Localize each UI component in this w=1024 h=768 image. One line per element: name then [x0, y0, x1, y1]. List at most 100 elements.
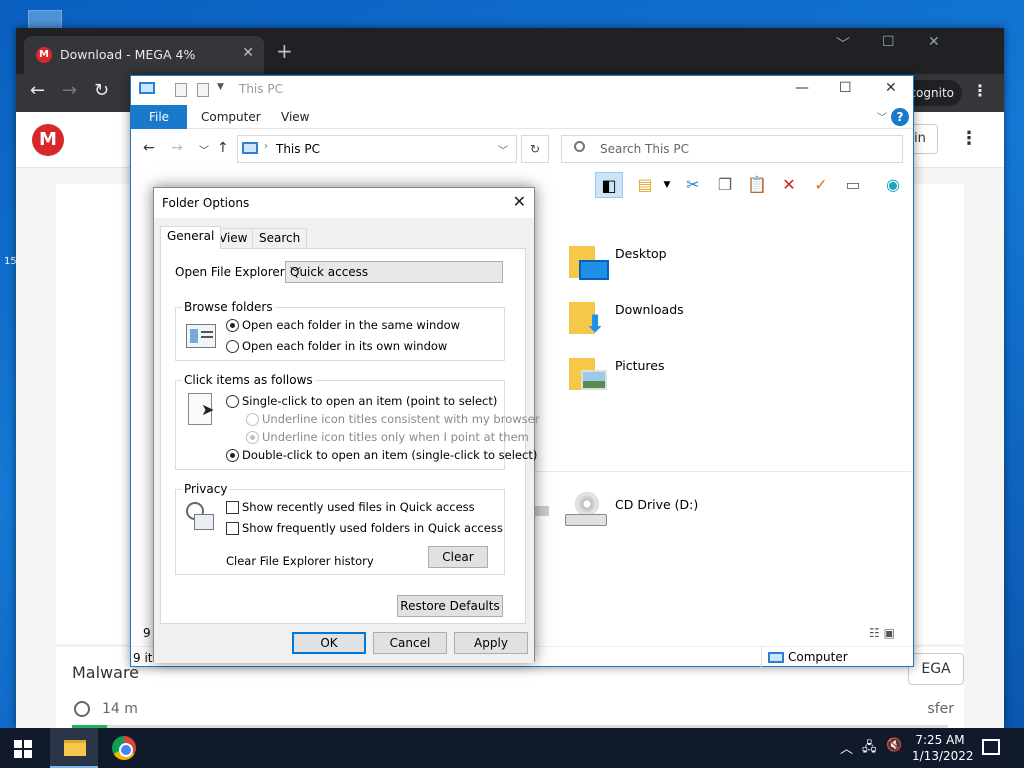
up-arrow-icon[interactable]: ↑	[217, 140, 229, 156]
ribbon-tab-view[interactable]: View	[281, 110, 309, 124]
browse-folders-icon	[186, 324, 216, 348]
search-box[interactable]	[561, 135, 903, 163]
chrome-close-icon[interactable]: ✕	[928, 34, 940, 50]
mega-favicon-icon: M	[36, 47, 52, 63]
qat-new-folder-icon[interactable]	[197, 83, 209, 97]
cd-drive-icon[interactable]	[565, 492, 609, 532]
notification-icon[interactable]	[982, 739, 1000, 755]
reload-icon[interactable]: ↻	[94, 80, 109, 101]
chrome-minimize-icon[interactable]: ﹀	[836, 34, 850, 54]
status-count-fragment: 9	[143, 626, 151, 640]
group-title: Browse folders	[182, 300, 275, 314]
browse-folders-group: Browse folders Open each folder in the s…	[175, 300, 505, 361]
open-to-select[interactable]: Quick access ﹀	[285, 261, 503, 283]
folder-label: Desktop	[615, 246, 667, 261]
ribbon-tab-file[interactable]: File	[131, 105, 187, 129]
section-divider	[531, 471, 911, 472]
preview-pane-icon[interactable]: ◧	[595, 172, 623, 198]
taskbar-explorer-button[interactable]	[50, 728, 98, 768]
this-pc-icon	[139, 82, 155, 94]
address-dropdown-icon[interactable]: ﹀	[498, 142, 508, 157]
network-icon[interactable]: 🖧	[862, 738, 877, 760]
click-items-icon: ➤	[188, 393, 214, 425]
group-title: Click items as follows	[182, 373, 315, 387]
forward-arrow-icon[interactable]: →	[62, 80, 77, 101]
clear-history-label: Clear File Explorer history	[226, 554, 374, 568]
address-bar[interactable]: › This PC ﹀	[237, 135, 517, 163]
ok-button[interactable]: OK	[292, 632, 366, 654]
desktop-folder-icon	[569, 242, 609, 280]
click-items-group: Click items as follows ➤ Single-click to…	[175, 373, 539, 470]
dialog-title: Folder Options	[162, 196, 250, 210]
ribbon-tabs: File Computer View ﹀ ?	[131, 105, 913, 129]
chrome-icon[interactable]	[112, 736, 136, 760]
group-title: Privacy	[182, 482, 230, 496]
time-remaining: 14 m	[102, 701, 138, 717]
desktop-edge-text: 15	[4, 256, 17, 267]
delete-icon[interactable]: ✕	[775, 172, 803, 198]
transfer-label: sfer	[927, 701, 954, 717]
search-icon	[574, 141, 585, 152]
quick-toolbar: ◧ ▤ ▼ ✂ ❐ 📋 ✕ ✓ ▭ ◉	[591, 172, 911, 200]
mega-logo-icon[interactable]: M	[32, 124, 64, 156]
explorer-forward-icon[interactable]: →	[171, 140, 183, 156]
copy-icon[interactable]: ❐	[711, 172, 739, 198]
dialog-close-icon[interactable]: ✕	[513, 192, 526, 211]
chrome-menu-icon[interactable]: ⋮	[972, 81, 988, 100]
ribbon-expand-icon[interactable]: ﹀	[877, 109, 887, 124]
general-panel: Open File Explorer to: Quick access ﹀ Br…	[160, 248, 539, 624]
cd-drive-label[interactable]: CD Drive (D:)	[615, 497, 698, 512]
search-input[interactable]	[598, 140, 888, 158]
paste-icon[interactable]: 📋	[743, 172, 771, 198]
mega-menu-icon[interactable]: ⋮	[960, 128, 978, 149]
back-arrow-icon[interactable]: ←	[30, 80, 45, 101]
recent-locations-icon[interactable]: ﹀	[199, 142, 209, 157]
chrome-tab-mega[interactable]: M Download - MEGA 4% ✕	[24, 36, 264, 74]
ribbon-tab-computer[interactable]: Computer	[201, 110, 261, 124]
new-tab-button[interactable]: +	[276, 41, 293, 61]
tab-search[interactable]: Search	[252, 228, 308, 248]
rename-icon[interactable]: ▭	[839, 172, 867, 198]
tray-chevron-up-icon[interactable]: ︿	[840, 738, 853, 757]
address-text: This PC	[276, 142, 320, 156]
clear-button[interactable]: Clear	[428, 546, 488, 568]
status-location: Computer	[761, 647, 915, 669]
taskbar-clock[interactable]: 7:25 AM 1/13/2022	[912, 732, 974, 764]
qat-dropdown-icon[interactable]: ▼	[217, 82, 224, 92]
refresh-icon[interactable]: ↻	[521, 135, 549, 163]
tab-close-icon[interactable]: ✕	[242, 45, 254, 61]
desktop-icon-fragment[interactable]	[28, 10, 62, 30]
chrome-tab-bar: M Download - MEGA 4% ✕ + ﹀ ☐ ✕	[16, 28, 1004, 74]
file-name: Malware	[72, 663, 140, 682]
computer-icon	[768, 652, 784, 663]
pictures-folder-icon	[569, 354, 607, 392]
network-globe-icon[interactable]: ◉	[879, 172, 907, 198]
new-item-dropdown-icon[interactable]: ▼	[653, 172, 681, 198]
explorer-title-bar: ▼ This PC — ☐ ✕	[131, 76, 913, 104]
dialog-body: General View Search Open File Explorer t…	[154, 218, 539, 663]
explorer-close-icon[interactable]: ✕	[885, 80, 897, 96]
properties-check-icon[interactable]: ✓	[807, 172, 835, 198]
chevron-down-icon: ﹀	[290, 266, 301, 279]
explorer-maximize-icon[interactable]: ☐	[839, 80, 852, 96]
view-toggle-icons[interactable]: ☷ ▣	[869, 626, 895, 640]
folder-label: Pictures	[615, 358, 665, 373]
cut-icon[interactable]: ✂	[679, 172, 707, 198]
cancel-button[interactable]: Cancel	[373, 632, 447, 654]
apply-button[interactable]: Apply	[454, 632, 528, 654]
explorer-back-icon[interactable]: ←	[143, 140, 155, 156]
mega-action-button[interactable]: EGA	[908, 653, 964, 685]
explorer-title: This PC	[239, 82, 283, 96]
chrome-maximize-icon[interactable]: ☐	[882, 34, 895, 50]
explorer-minimize-icon[interactable]: —	[795, 80, 809, 96]
qat-properties-icon[interactable]	[175, 83, 187, 97]
tab-general[interactable]: General	[160, 226, 222, 249]
taskbar: ︿ 🖧 🔇 7:25 AM 1/13/2022	[0, 728, 1024, 768]
clock-date: 1/13/2022	[912, 749, 974, 763]
file-explorer-icon	[64, 740, 86, 756]
start-windows-icon[interactable]	[14, 740, 32, 758]
volume-muted-icon[interactable]: 🔇	[886, 738, 902, 753]
privacy-group: Privacy Show recently used files in Quic…	[175, 482, 505, 575]
help-icon[interactable]: ?	[891, 108, 909, 126]
restore-defaults-button[interactable]: Restore Defaults	[397, 595, 503, 617]
